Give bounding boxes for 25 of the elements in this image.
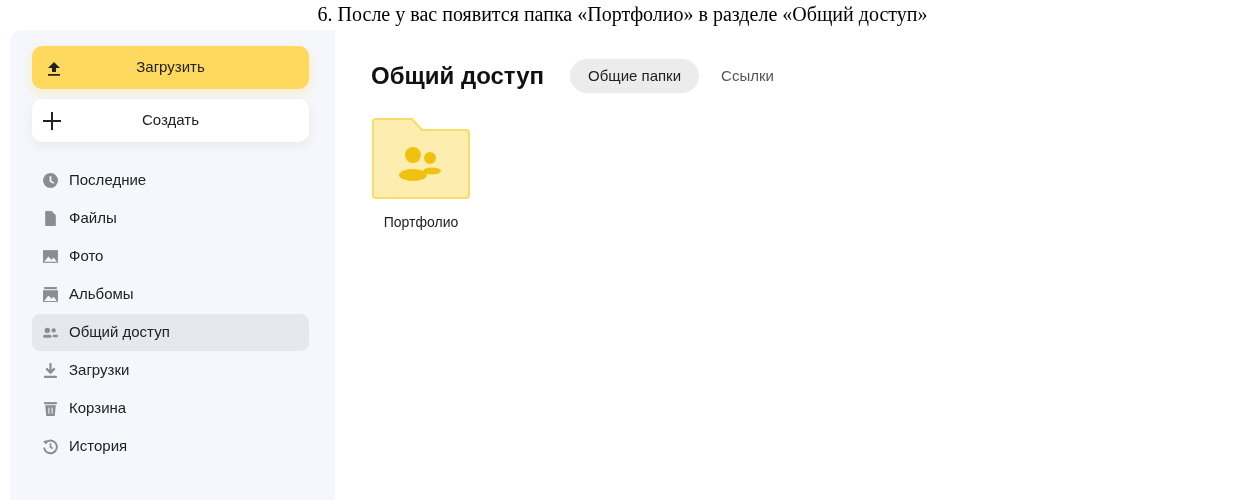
clock-icon xyxy=(42,172,59,189)
album-icon xyxy=(42,286,59,303)
history-icon xyxy=(42,438,59,455)
tab[interactable]: Ссылки xyxy=(703,59,792,93)
plus-icon xyxy=(42,110,62,131)
create-button[interactable]: Создать xyxy=(32,99,309,142)
upload-icon xyxy=(46,59,62,76)
sidebar-item[interactable]: История xyxy=(32,428,309,465)
image-icon xyxy=(42,248,59,265)
sidebar-item[interactable]: Загрузки xyxy=(32,352,309,389)
page-title: Общий доступ xyxy=(371,61,545,91)
trash-icon xyxy=(42,400,59,417)
tab[interactable]: Общие папки xyxy=(570,59,700,93)
sidebar-item[interactable]: Последние xyxy=(32,162,309,199)
file-icon xyxy=(42,210,59,227)
caption: 6. После у вас появится папка «Портфолио» в разделе «Общий доступ» xyxy=(317,2,928,26)
sidebar-item[interactable]: Корзина xyxy=(32,390,309,427)
sidebar-item[interactable]: Альбомы xyxy=(32,276,309,313)
sidebar-item[interactable]: Общий доступ xyxy=(32,314,309,351)
sidebar-item[interactable]: Файлы xyxy=(32,200,309,237)
folder-name: Портфолио xyxy=(383,213,459,232)
upload-button[interactable]: Загрузить xyxy=(32,46,309,89)
download-icon xyxy=(42,362,59,379)
shared-folder-icon[interactable] xyxy=(372,118,470,200)
sidebar-item[interactable]: Фото xyxy=(32,238,309,275)
